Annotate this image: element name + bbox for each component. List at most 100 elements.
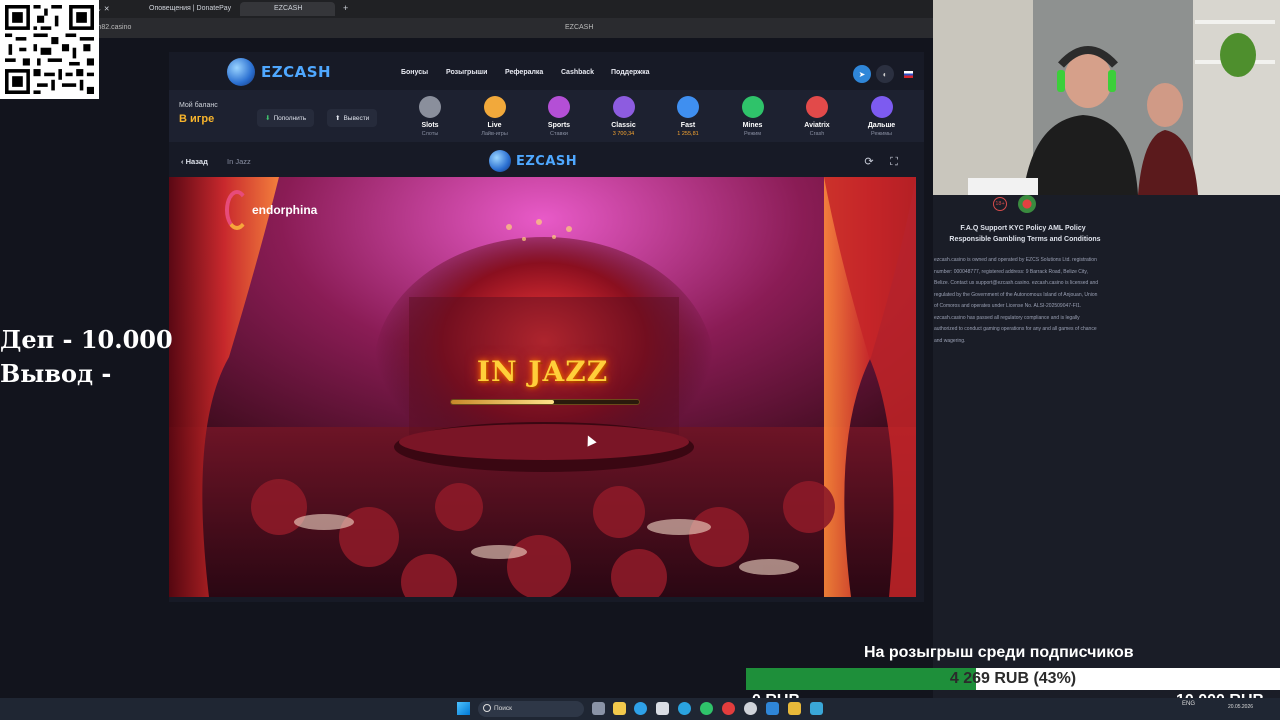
- game-title: IN JAZZ: [476, 355, 609, 388]
- deposit-button[interactable]: ⬇ Пополнить: [257, 109, 315, 127]
- balance-and-categories: Мой баланс В игре ⬇ Пополнить ⬆ Вывести …: [169, 90, 924, 142]
- globe-logo-icon: [227, 58, 255, 86]
- brand-name: EZCASH: [261, 63, 332, 81]
- webcam-feed: [933, 0, 1280, 195]
- balance-label: Мой баланс: [179, 102, 218, 109]
- tray-date: 20.05.2026: [1228, 704, 1254, 710]
- category-subtitle: Слоты: [421, 131, 439, 137]
- donation-amount: 4 269 RUB (43%): [949, 670, 1077, 687]
- game-header: ‹ Назад In Jazz EZCASH ⟳ ⛶: [169, 148, 924, 178]
- refresh-icon[interactable]: ⟳: [863, 156, 875, 168]
- license-seal-icon[interactable]: [1018, 195, 1036, 213]
- provider-logo: endorphina: [225, 190, 317, 230]
- category-subtitle: Лайв-игры: [481, 131, 508, 137]
- file-explorer-icon[interactable]: [613, 702, 626, 715]
- game-header-logo: EZCASH: [489, 150, 577, 172]
- sports-icon: [548, 96, 570, 118]
- classic-icon: [612, 96, 635, 118]
- category-live[interactable]: Live Лайв-игры: [467, 96, 523, 148]
- mines-icon: [741, 96, 764, 118]
- taskbar-search[interactable]: Поиск: [478, 701, 584, 717]
- url-text[interactable]: sh82.casino: [94, 24, 131, 31]
- tab-donatepay[interactable]: Оповещения | DonatePay: [143, 2, 238, 16]
- category-subtitle: Crash: [809, 131, 825, 137]
- webcam-image: [933, 0, 1280, 195]
- withdraw-button[interactable]: ⬆ Вывести: [327, 109, 378, 127]
- nav-cashback[interactable]: Cashback: [561, 69, 594, 76]
- aviatrix-icon: [806, 96, 828, 118]
- language-flag-icon[interactable]: [899, 65, 917, 83]
- deposit-line: Деп - 10.000: [0, 325, 173, 354]
- windows-start-icon[interactable]: [457, 702, 470, 715]
- withdraw-label: Вывести: [343, 114, 370, 122]
- search-label: Поиск: [494, 705, 513, 712]
- site-logo[interactable]: EZCASH: [227, 58, 331, 86]
- category-name: Fast: [680, 122, 696, 129]
- task-view-icon[interactable]: [592, 702, 605, 715]
- theme-toggle-icon[interactable]: ◐: [876, 65, 894, 83]
- yandex-browser-icon[interactable]: [722, 702, 735, 715]
- category-name: Sports: [547, 122, 571, 129]
- site-footer: 18+ F.A.Q Support KYC Policy AML Policy …: [933, 195, 1280, 365]
- category-subtitle: Режим: [744, 131, 761, 137]
- keyboard-language[interactable]: ENG: [1182, 701, 1195, 707]
- edge-icon[interactable]: [634, 702, 647, 715]
- legal-text: ezcash.casino is owned and operated by E…: [934, 257, 1099, 344]
- live-icon: [483, 96, 506, 118]
- back-label: Назад: [185, 157, 208, 166]
- donation-progress-bar: 4 269 RUB (43%): [746, 668, 1280, 690]
- category-aviatrix[interactable]: Aviatrix Crash: [789, 96, 845, 148]
- new-tab-button[interactable]: +: [343, 3, 348, 13]
- brand-name: EZCASH: [516, 153, 578, 169]
- provider-name: endorphina: [252, 203, 318, 217]
- back-button[interactable]: ‹ Назад: [181, 157, 208, 166]
- category-subtitle: Ставки: [550, 131, 568, 137]
- address-bar: sh82.casino EZCASH: [0, 18, 933, 38]
- category-fast[interactable]: Fast 1 255,81: [660, 96, 716, 148]
- nav-support[interactable]: Поддержка: [611, 69, 650, 76]
- withdraw-line: Вывод -: [0, 359, 112, 388]
- footer-links-row1[interactable]: F.A.Q Support KYC Policy AML Policy: [943, 225, 1103, 232]
- telegram-taskbar-icon[interactable]: [678, 702, 691, 715]
- loading-bar: [450, 399, 640, 405]
- category-name: Дальше: [867, 122, 896, 129]
- stream-overlay-text: Деп - 10.000 Вывод -: [0, 323, 173, 391]
- qr-code: [0, 0, 99, 99]
- balance-value: В игре: [179, 113, 215, 125]
- nav-bonuses[interactable]: Бонусы: [401, 69, 428, 76]
- tab-ezcash[interactable]: EZCASH: [240, 2, 335, 16]
- whatsapp-icon[interactable]: [700, 702, 713, 715]
- loading-bar-fill: [451, 400, 555, 404]
- telegram-icon[interactable]: ➤: [853, 65, 871, 83]
- category-classic[interactable]: Classic 3 700,34: [596, 96, 652, 148]
- category-subtitle: Режимы: [871, 131, 892, 137]
- next-icon: [870, 96, 893, 118]
- category-mines[interactable]: Mines Режим: [725, 96, 781, 148]
- nav-giveaways[interactable]: Розыгрыши: [446, 69, 487, 76]
- globe-logo-icon: [489, 150, 511, 172]
- age-restriction-badge: 18+: [993, 197, 1007, 211]
- app-icon[interactable]: [810, 702, 823, 715]
- store-icon[interactable]: [656, 702, 669, 715]
- game-breadcrumb: In Jazz: [227, 157, 251, 166]
- app-icon[interactable]: [788, 702, 801, 715]
- app-icon[interactable]: [766, 702, 779, 715]
- browser-tab-bar: ⌄ ✕ Оповещения | DonatePay EZCASH +: [0, 0, 933, 18]
- upload-icon: ⬆: [335, 115, 341, 122]
- category-sports[interactable]: Sports Ставки: [531, 96, 587, 148]
- category-subtitle: 3 700,34: [612, 131, 635, 137]
- fullscreen-icon[interactable]: ⛶: [888, 156, 900, 168]
- download-icon: ⬇: [265, 115, 271, 122]
- category-дальше[interactable]: Дальше Режимы: [854, 96, 910, 148]
- deposit-label: Пополнить: [273, 114, 307, 122]
- search-icon: [483, 704, 491, 712]
- nav-referral[interactable]: Рефералка: [505, 69, 543, 76]
- obs-icon[interactable]: [744, 702, 757, 715]
- game-canvas[interactable]: endorphina IN JAZZ: [169, 177, 916, 597]
- footer-links-row2[interactable]: Responsible Gambling Terms and Condition…: [935, 236, 1115, 243]
- window-title: EZCASH: [565, 24, 594, 31]
- endorphina-logo-icon: [225, 190, 249, 230]
- category-name: Slots: [421, 122, 439, 129]
- category-slots[interactable]: Slots Слоты: [402, 96, 458, 148]
- donation-goal-label: На розыгрыш среди подписчиков: [864, 644, 1134, 661]
